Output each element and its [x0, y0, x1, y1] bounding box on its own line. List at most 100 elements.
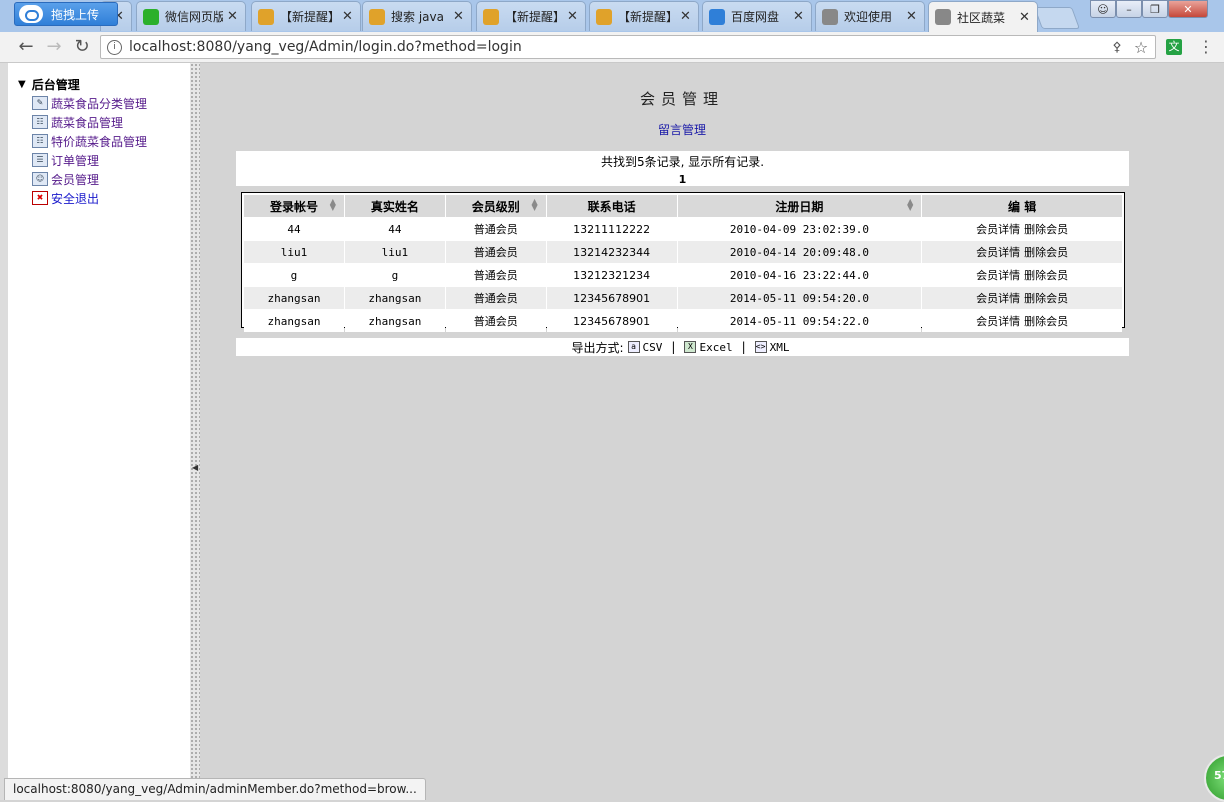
page-icon — [822, 8, 838, 25]
sidebar-item-label[interactable]: 蔬菜食品分类管理 — [51, 95, 147, 112]
export-xml[interactable]: <> XML — [754, 341, 790, 354]
cell-phone: 13211112222 — [546, 218, 677, 240]
tab-close-icon[interactable]: ✕ — [1019, 10, 1031, 25]
address-bar[interactable]: i localhost:8080/yang_veg/Admin/login.do… — [100, 35, 1156, 59]
window-close-icon[interactable]: ✕ — [1168, 0, 1208, 18]
sidebar-item-label[interactable]: 订单管理 — [51, 152, 99, 169]
delete-member-link[interactable]: 删除会员 — [1024, 269, 1068, 282]
column-header-login[interactable]: 登录帐号 ▲ ▼ — [244, 195, 344, 217]
member-detail-link[interactable]: 会员详情 — [976, 315, 1020, 328]
browser-tab[interactable]: 【新提醒】 ✕ — [476, 1, 586, 31]
column-header-date[interactable]: 注册日期 ▲ ▼ — [677, 195, 922, 217]
sidebar-item[interactable]: ✎ 蔬菜食品分类管理 — [32, 94, 147, 112]
browser-tab[interactable]: 社区蔬菜 ✕ — [928, 1, 1038, 32]
delete-member-link[interactable]: 删除会员 — [1024, 292, 1068, 305]
bookmark-star-icon[interactable]: ☆ — [1127, 38, 1155, 57]
cell-operations: 会员详情 删除会员 — [922, 310, 1122, 332]
sidebar-item-label[interactable]: 会员管理 — [51, 171, 99, 188]
export-csv-label[interactable]: CSV — [643, 341, 663, 354]
collapse-arrow-icon[interactable]: ◀ — [192, 463, 198, 472]
cell-name: liu1 — [344, 241, 445, 263]
frame-splitter[interactable]: ◀ — [190, 63, 200, 800]
new-tab-button[interactable] — [1033, 7, 1081, 29]
sort-arrows-icon[interactable]: ▲ ▼ — [907, 198, 913, 212]
tab-close-icon[interactable]: ✕ — [567, 9, 579, 24]
excel-file-icon: X — [684, 341, 697, 353]
column-header-label: 编 辑 — [1008, 199, 1037, 214]
sidebar-item-label[interactable]: 蔬菜食品管理 — [51, 114, 123, 131]
sidebar-root-label: 后台管理 — [31, 78, 80, 92]
browser-tab[interactable]: 搜索 java ✕ — [362, 1, 472, 31]
export-excel-label[interactable]: Excel — [699, 341, 732, 354]
back-arrow-icon[interactable]: ← — [16, 37, 36, 57]
export-excel[interactable]: X Excel — [684, 341, 733, 354]
cell-login: zhangsan — [244, 310, 344, 332]
member-detail-link[interactable]: 会员详情 — [976, 269, 1020, 282]
tab-close-icon[interactable]: ✕ — [793, 9, 805, 24]
status-bar-url: localhost:8080/yang_veg/Admin/adminMembe… — [4, 778, 426, 800]
page-viewport: ▼ 后台管理 ✎ 蔬菜食品分类管理 ☷ 蔬菜食品管理 ☷ 特价蔬菜食品管理 ☰ 订单管理 ☺ 会员… — [0, 63, 1224, 800]
tab-close-icon[interactable]: ✕ — [227, 9, 239, 24]
export-bar: 导出方式: a CSV | X Excel | <> XML — [236, 338, 1129, 356]
column-header-level[interactable]: 会员级别 ▲ ▼ — [445, 195, 546, 217]
sidebar-item-label[interactable]: 安全退出 — [51, 190, 99, 207]
delete-member-link[interactable]: 删除会员 — [1024, 246, 1068, 259]
sidebar-item[interactable]: ✖ 安全退出 — [32, 189, 99, 207]
sidebar-item[interactable]: ☷ 蔬菜食品管理 — [32, 113, 123, 131]
sidebar-root[interactable]: ▼ 后台管理 — [18, 76, 80, 93]
browser-tab[interactable]: 百度网盘 ✕ — [702, 1, 812, 31]
export-csv[interactable]: a CSV — [627, 341, 663, 354]
table-row: 44 44 普通会员 13211112222 2010-04-09 23:02:39.0… — [244, 218, 1122, 240]
cell-phone: 12345678901 — [546, 287, 677, 309]
discount-icon: ☷ — [32, 134, 48, 148]
forward-arrow-icon[interactable]: → — [44, 37, 64, 57]
export-xml-label[interactable]: XML — [770, 341, 790, 354]
cell-date: 2010-04-16 23:22:44.0 — [677, 264, 922, 286]
address-url[interactable]: localhost:8080/yang_veg/Admin/login.do?m… — [129, 39, 1107, 55]
cell-operations: 会员详情 删除会员 — [922, 287, 1122, 309]
drag-upload-button[interactable]: 拖拽上传 — [14, 2, 118, 26]
sort-arrows-icon[interactable]: ▲ ▼ — [532, 198, 538, 212]
sort-arrows-icon[interactable]: ▲ ▼ — [330, 198, 336, 212]
browser-tab[interactable]: 微信网页版 ✕ — [136, 1, 246, 31]
cell-level: 普通会员 — [445, 264, 546, 286]
member-detail-link[interactable]: 会员详情 — [976, 246, 1020, 259]
column-header-label: 注册日期 — [775, 199, 824, 214]
message-management-link[interactable]: 留言管理 — [200, 121, 1164, 138]
minimize-icon[interactable]: – — [1116, 0, 1142, 18]
browser-tab-label: 欢迎使用 — [844, 10, 893, 24]
key-icon[interactable]: ⚴ — [1107, 40, 1127, 55]
cell-phone: 13214232344 — [546, 241, 677, 263]
translate-extension-icon[interactable]: 文 — [1166, 39, 1182, 55]
cell-operations: 会员详情 删除会员 — [922, 241, 1122, 263]
cell-phone: 13212321234 — [546, 264, 677, 286]
separator: | — [741, 340, 746, 354]
discuz-icon — [369, 8, 385, 25]
table-header-row: 登录帐号 ▲ ▼ 真实姓名 会员级别 ▲ ▼ 联系电话 注册日期 ▲ ▼ 编 辑 — [244, 195, 1122, 217]
tab-close-icon[interactable]: ✕ — [680, 9, 692, 24]
member-detail-link[interactable]: 会员详情 — [976, 292, 1020, 305]
tab-close-icon[interactable]: ✕ — [453, 9, 465, 24]
browser-tab[interactable]: 【新提醒】 ✕ — [251, 1, 361, 31]
page-number[interactable]: 1 — [236, 173, 1129, 186]
user-icon[interactable]: ☺ — [1090, 0, 1116, 18]
menu-dots-icon[interactable]: ⋮ — [1198, 37, 1214, 56]
reload-icon[interactable]: ↻ — [72, 37, 92, 57]
triangle-down-icon[interactable]: ▼ — [18, 79, 26, 90]
browser-toolbar: ← → ↻ i localhost:8080/yang_veg/Admin/lo… — [0, 32, 1224, 63]
member-detail-link[interactable]: 会员详情 — [976, 223, 1020, 236]
tab-close-icon[interactable]: ✕ — [906, 9, 918, 24]
sidebar-item[interactable]: ☺ 会员管理 — [32, 170, 99, 188]
browser-tab[interactable]: 欢迎使用 ✕ — [815, 1, 925, 31]
sidebar-item[interactable]: ☰ 订单管理 — [32, 151, 99, 169]
maximize-icon[interactable]: ❐ — [1142, 0, 1168, 18]
tab-close-icon[interactable]: ✕ — [342, 9, 354, 24]
browser-tab[interactable]: 【新提醒】 ✕ — [589, 1, 699, 31]
sidebar-item-label[interactable]: 特价蔬菜食品管理 — [51, 133, 147, 150]
delete-member-link[interactable]: 删除会员 — [1024, 315, 1068, 328]
page-icon — [935, 9, 951, 25]
sidebar-item[interactable]: ☷ 特价蔬菜食品管理 — [32, 132, 147, 150]
delete-member-link[interactable]: 删除会员 — [1024, 223, 1068, 236]
cell-date: 2014-05-11 09:54:20.0 — [677, 287, 922, 309]
info-icon[interactable]: i — [107, 39, 122, 55]
